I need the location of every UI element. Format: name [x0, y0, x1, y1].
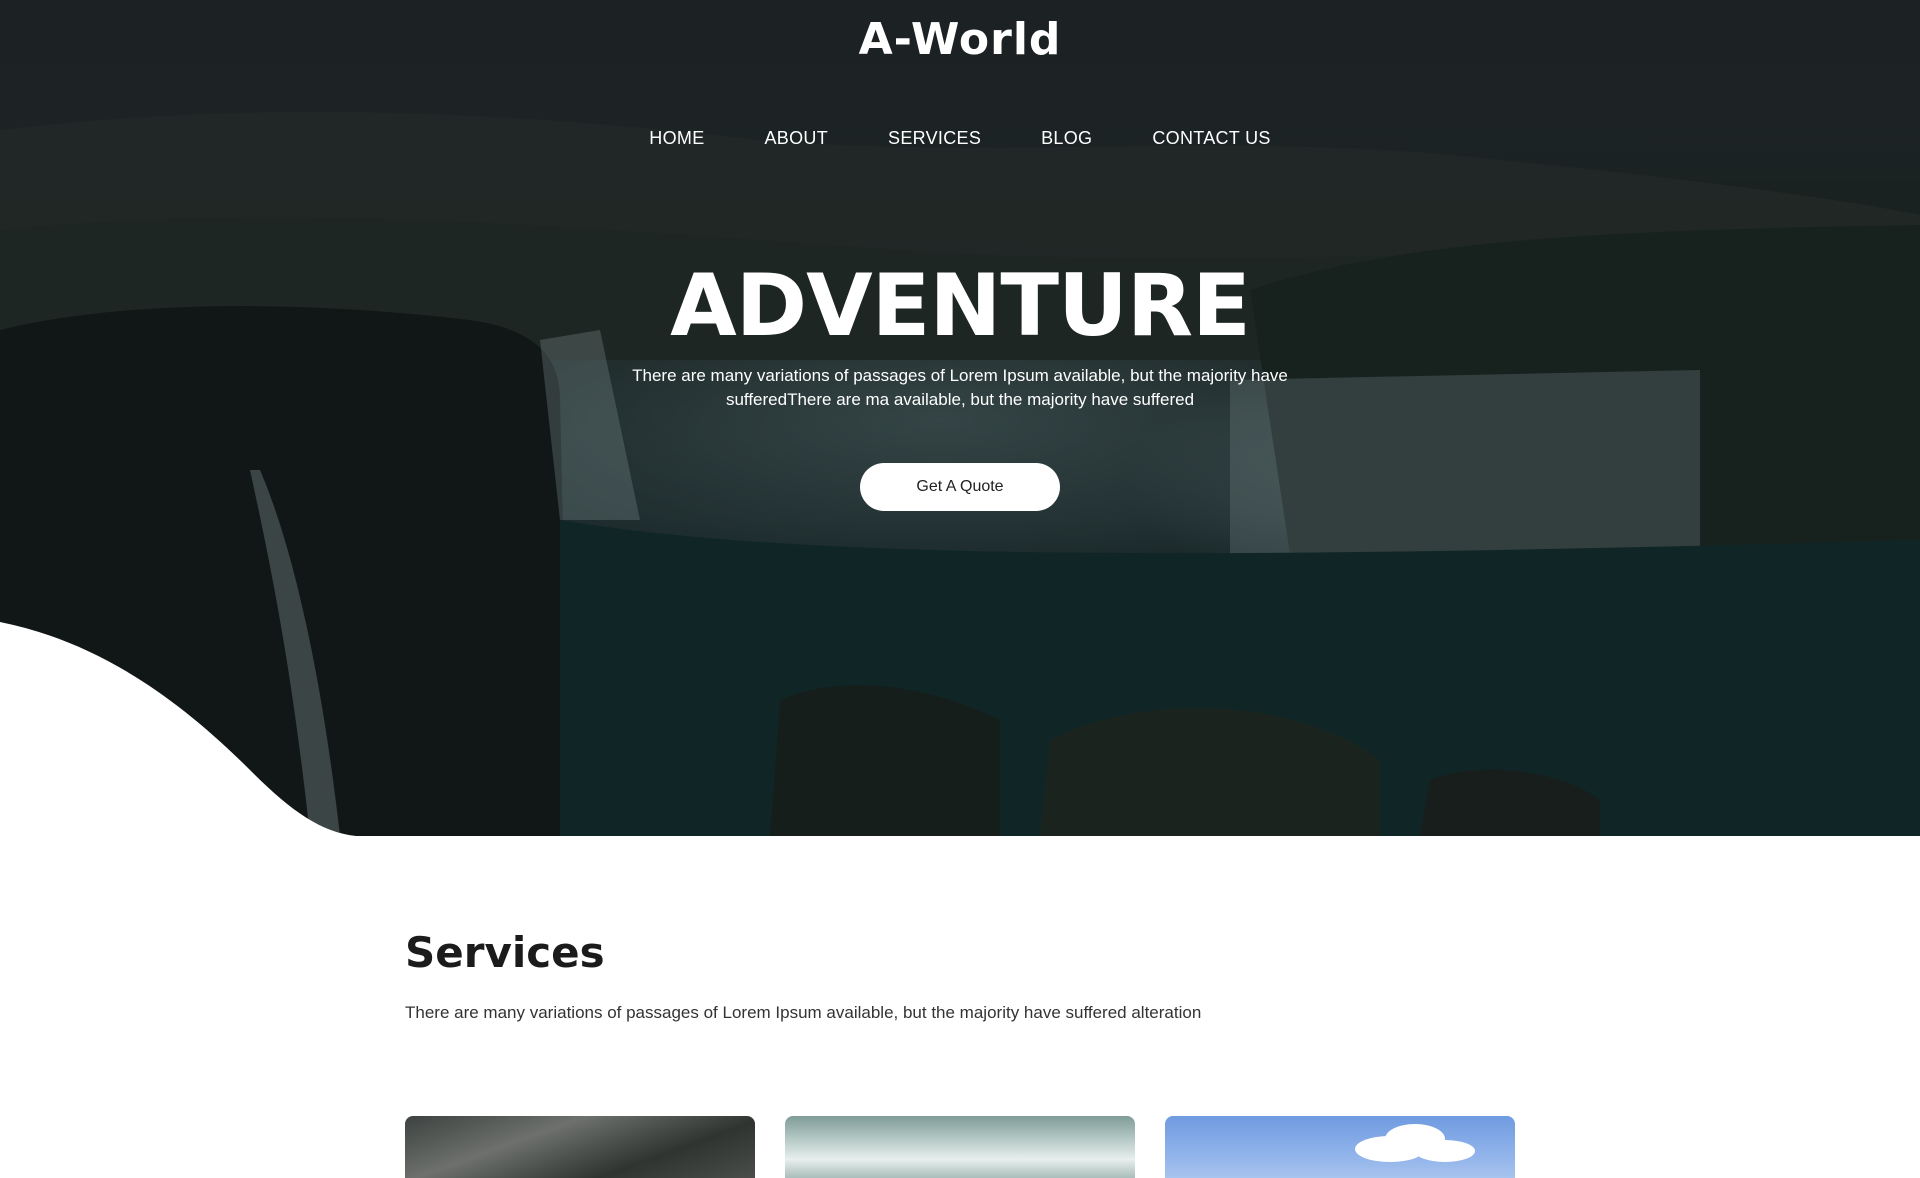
- wave-divider: [0, 622, 356, 836]
- hero-description: There are many variations of passages of…: [632, 366, 1288, 409]
- services-description: There are many variations of passages of…: [405, 1003, 1202, 1022]
- services-title: Services: [405, 928, 605, 977]
- nav-home[interactable]: HOME: [649, 124, 704, 153]
- hero-section: A-World HOME ABOUT SERVICES BLOG CONTACT…: [0, 0, 1920, 836]
- nav-blog[interactable]: BLOG: [1041, 124, 1092, 153]
- nav-services[interactable]: SERVICES: [888, 124, 981, 153]
- nav-contact-us[interactable]: CONTACT US: [1152, 124, 1270, 153]
- service-card-image-sky[interactable]: [1165, 1116, 1515, 1178]
- nav-about[interactable]: ABOUT: [765, 124, 829, 153]
- hero-title: ADVENTURE: [670, 256, 1251, 356]
- site-logo[interactable]: A-World: [0, 14, 1920, 65]
- service-card-image-mountain[interactable]: [405, 1116, 755, 1178]
- main-navigation: HOME ABOUT SERVICES BLOG CONTACT US: [0, 124, 1920, 153]
- service-card-image-sea[interactable]: [785, 1116, 1135, 1178]
- get-a-quote-button[interactable]: Get A Quote: [860, 463, 1060, 511]
- cloud-shape: [1415, 1140, 1475, 1162]
